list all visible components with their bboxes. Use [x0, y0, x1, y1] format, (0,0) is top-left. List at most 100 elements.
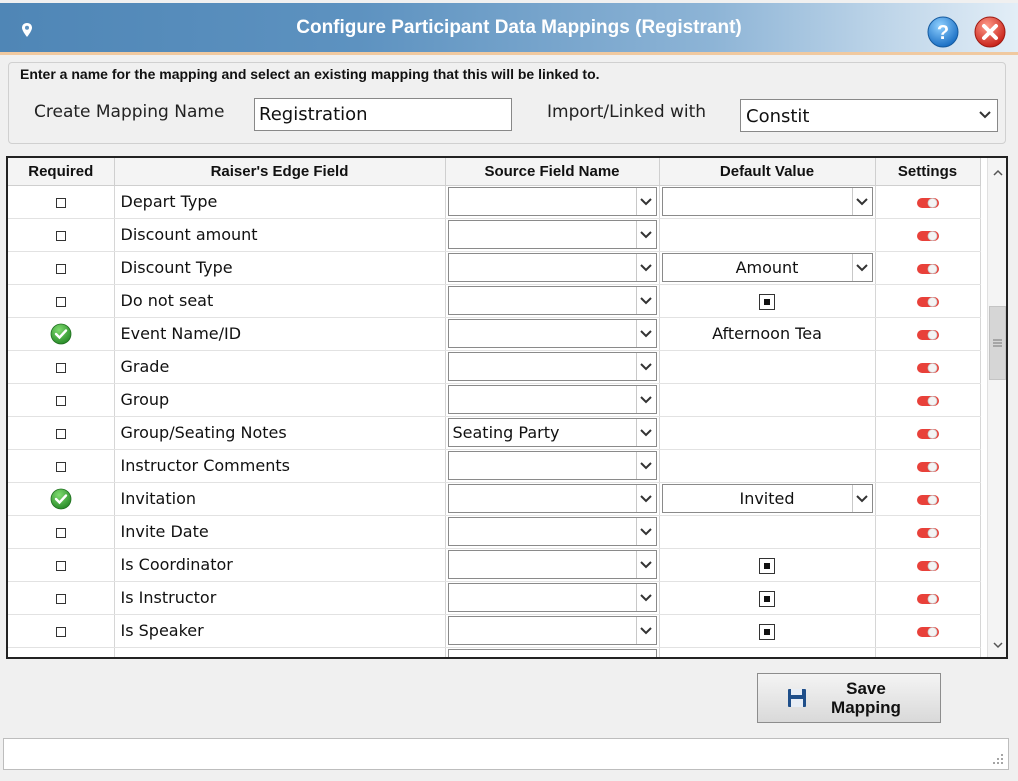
col-source-header[interactable]: Source Field Name: [445, 158, 660, 186]
default-value-select[interactable]: [661, 187, 873, 216]
grid-header-row: Required Raiser's Edge Field Source Fiel…: [8, 158, 981, 186]
linked-with-select[interactable]: Constit: [740, 99, 998, 132]
field-name: Grade: [114, 350, 446, 384]
field-name: Invite Date: [114, 515, 446, 549]
required-checkbox[interactable]: [55, 395, 66, 406]
settings-toggle-icon[interactable]: [916, 527, 940, 539]
col-required-header[interactable]: Required: [8, 158, 115, 186]
required-checkbox[interactable]: [55, 197, 66, 208]
chevron-down-icon: [635, 221, 656, 248]
field-name: Discount amount: [114, 218, 446, 252]
required-cell: [8, 317, 115, 351]
source-field-select[interactable]: [447, 583, 657, 612]
settings-toggle-icon[interactable]: [916, 263, 940, 275]
settings-toggle-icon[interactable]: [916, 626, 940, 638]
default-value-checkbox[interactable]: [759, 293, 775, 310]
source-field-select[interactable]: Seating Party: [447, 418, 657, 447]
default-value[interactable]: Afternoon Tea: [712, 324, 822, 343]
settings-toggle-icon[interactable]: [916, 362, 940, 374]
help-icon[interactable]: ?: [927, 16, 959, 48]
default-value-checkbox[interactable]: [759, 623, 775, 640]
required-checkbox[interactable]: [55, 263, 66, 274]
required-cell: [8, 350, 115, 384]
default-value: Invited: [739, 489, 795, 508]
scroll-down-icon[interactable]: [988, 634, 1006, 656]
required-checkbox[interactable]: [55, 230, 66, 241]
settings-toggle-icon[interactable]: [916, 461, 940, 473]
settings-cell: [875, 251, 981, 285]
table-row: Group/Seating Notes Seating Party: [8, 416, 981, 450]
close-icon[interactable]: [974, 16, 1006, 48]
settings-cell: [875, 416, 981, 450]
source-field-select[interactable]: [447, 550, 657, 579]
source-field-select[interactable]: [447, 220, 657, 249]
source-field-select[interactable]: [447, 385, 657, 414]
required-checkbox[interactable]: [55, 560, 66, 571]
required-cell: [8, 251, 115, 285]
source-field-select[interactable]: [447, 286, 657, 315]
source-field-select[interactable]: [447, 616, 657, 645]
source-field-select[interactable]: [447, 517, 657, 546]
required-checkbox[interactable]: [55, 296, 66, 307]
settings-toggle-icon[interactable]: [916, 593, 940, 605]
field-name: Group/Seating Notes: [114, 416, 446, 450]
required-checkbox[interactable]: [55, 593, 66, 604]
default-cell: [659, 350, 876, 384]
default-cell: [659, 647, 876, 657]
default-value: Amount: [735, 258, 799, 277]
source-field-select[interactable]: [447, 649, 657, 657]
scroll-up-icon[interactable]: [988, 161, 1006, 183]
source-field-select[interactable]: [447, 187, 657, 216]
source-field-select[interactable]: [447, 352, 657, 381]
field-cell: [114, 647, 446, 657]
settings-cell: [875, 317, 981, 351]
required-cell: [8, 548, 115, 582]
settings-toggle-icon[interactable]: [916, 395, 940, 407]
default-cell: [659, 284, 876, 318]
source-field-select[interactable]: [447, 253, 657, 282]
required-checkbox[interactable]: [55, 461, 66, 472]
vertical-scrollbar[interactable]: [987, 158, 1006, 657]
default-value-select[interactable]: Amount: [661, 253, 873, 282]
table-row-partial: [8, 647, 981, 657]
default-cell: Amount: [659, 251, 876, 285]
chevron-down-icon: [635, 485, 656, 512]
scrollbar-thumb[interactable]: [989, 306, 1006, 380]
settings-toggle-icon[interactable]: [916, 230, 940, 242]
required-cell: [8, 185, 115, 219]
settings-cell: [875, 350, 981, 384]
default-value-select[interactable]: Invited: [661, 484, 873, 513]
source-cell: Seating Party: [445, 416, 660, 450]
col-default-header[interactable]: Default Value: [659, 158, 876, 186]
linked-with-label: Import/Linked with: [547, 102, 707, 122]
settings-toggle-icon[interactable]: [916, 329, 940, 341]
field-name: Depart Type: [114, 185, 446, 219]
source-field-select[interactable]: [447, 451, 657, 480]
settings-toggle-icon[interactable]: [916, 197, 940, 209]
source-field-select[interactable]: [447, 484, 657, 513]
required-cell: [8, 284, 115, 318]
settings-toggle-icon[interactable]: [916, 428, 940, 440]
settings-toggle-icon[interactable]: [916, 560, 940, 572]
col-settings-header[interactable]: Settings: [875, 158, 981, 186]
col-field-header[interactable]: Raiser's Edge Field: [114, 158, 446, 186]
settings-cell: [875, 218, 981, 252]
required-checkbox[interactable]: [55, 428, 66, 439]
chevron-down-icon: [851, 485, 872, 512]
settings-toggle-icon[interactable]: [916, 494, 940, 506]
resize-grip-icon[interactable]: [990, 751, 1004, 765]
source-field-select[interactable]: [447, 319, 657, 348]
settings-toggle-icon[interactable]: [916, 296, 940, 308]
field-name: Is Speaker: [114, 614, 446, 648]
mapping-name-input[interactable]: Registration: [254, 98, 512, 131]
default-value-checkbox[interactable]: [759, 590, 775, 607]
required-checkbox[interactable]: [55, 626, 66, 637]
required-cell: [8, 416, 115, 450]
save-mapping-button[interactable]: Save Mapping: [757, 673, 941, 723]
field-name: Group: [114, 383, 446, 417]
grid-body: Depart Type Discount amount Discount Type A…: [8, 185, 981, 657]
default-value-checkbox[interactable]: [759, 557, 775, 574]
chevron-down-icon: [635, 386, 656, 413]
required-checkbox[interactable]: [55, 527, 66, 538]
required-checkbox[interactable]: [55, 362, 66, 373]
